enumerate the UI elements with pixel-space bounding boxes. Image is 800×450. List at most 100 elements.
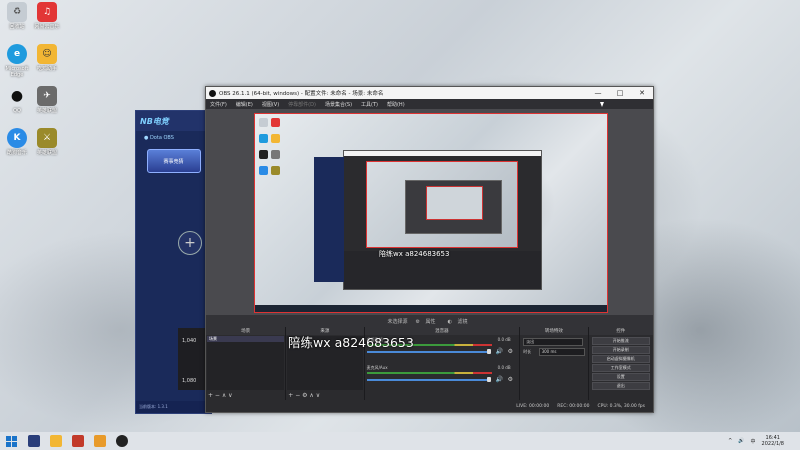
- nested-preview-deeper: [405, 180, 502, 234]
- no-source-selected-label: 未选择源: [387, 318, 408, 325]
- obs-menubar: 文件(F) 编辑(E) 视图(V) 停靠部件(D) 场景集合(S) 工具(T) …: [206, 99, 653, 109]
- esports-app-tab[interactable]: ● Dota OBS: [136, 131, 211, 145]
- live-status: LIVE: 00:00:00: [516, 403, 550, 409]
- volume-slider[interactable]: [366, 351, 487, 353]
- desktop-icon-netease-music[interactable]: ♫ 网易云音乐: [32, 2, 62, 30]
- nested-preview: [366, 161, 518, 248]
- minimize-button[interactable]: —: [587, 89, 609, 97]
- mini-desktop-icon: [271, 166, 280, 175]
- source-toolbar: 未选择源 ⚙ 属性 ◐ 滤镜: [206, 315, 653, 327]
- edge-icon: e: [7, 44, 27, 64]
- transition-select[interactable]: 淡出: [523, 337, 584, 346]
- nested-titlebar: [344, 151, 541, 156]
- gear-icon[interactable]: ⚙: [508, 376, 513, 383]
- transition-select-row: 淡出: [523, 337, 584, 346]
- speaker-icon[interactable]: 🔊: [496, 376, 503, 383]
- esports-app-logo: NB电竞: [136, 111, 211, 131]
- start-button[interactable]: [4, 434, 18, 448]
- menu-tools[interactable]: 工具(T): [361, 101, 378, 108]
- menu-docks[interactable]: 停靠部件(D): [288, 101, 316, 108]
- menu-help[interactable]: 帮助(H): [387, 101, 405, 108]
- mixer-db-label: 0.0 dB: [497, 337, 511, 342]
- desktop-icon-label: 英雄联盟: [36, 108, 57, 114]
- desktop-icon-label: 网易云音乐: [34, 24, 60, 30]
- maximize-button[interactable]: □: [609, 89, 631, 97]
- side-meter-value-bottom: 1,080: [182, 378, 197, 384]
- scenes-dock: 场景 场景 + − ∧ ∨: [206, 327, 287, 400]
- obs-window[interactable]: OBS 26.1.1 (64-bit, windows) - 配置文件: 未命名…: [205, 86, 654, 413]
- settings-button[interactable]: 设置: [591, 373, 650, 381]
- desktop: ♻ 回收站 ♫ 网易云音乐 e Microsoft Edge ☺ 吃鸡助手 ● …: [0, 0, 800, 432]
- taskbar-app-icon[interactable]: [72, 435, 84, 447]
- duration-input[interactable]: 300 ms: [538, 347, 585, 356]
- start-streaming-button[interactable]: 开始推流: [591, 337, 650, 345]
- netease-music-icon: ♫: [37, 2, 57, 22]
- mixer-row-mic: 麦克风/Aux 0.0 dB 🔊 ⚙: [366, 365, 517, 383]
- desktop-icon-recycle-bin[interactable]: ♻ 回收站: [2, 2, 32, 30]
- scene-controls[interactable]: + − ∧ ∨: [208, 392, 233, 399]
- properties-button[interactable]: ⚙ 属性: [415, 318, 439, 325]
- desktop-icon-label: QQ: [13, 108, 21, 114]
- menu-scene-collection[interactable]: 场景集合(S): [325, 101, 352, 108]
- obs-preview-canvas[interactable]: 陪练wx a824683653: [254, 113, 608, 313]
- tray-overflow-icon[interactable]: ^: [728, 438, 732, 444]
- desktop-icon-lol-1[interactable]: ✈ 英雄联盟: [32, 86, 62, 114]
- menu-file[interactable]: 文件(F): [210, 101, 227, 108]
- mixer-channel-label: 麦克风/Aux: [366, 365, 388, 370]
- volume-slider[interactable]: [366, 379, 487, 381]
- clock[interactable]: 16:41 2022/1/8: [762, 435, 784, 447]
- desktop-icon-lol-2[interactable]: ⚔ 英雄联盟: [32, 128, 62, 156]
- taskbar-app-icon[interactable]: [94, 435, 106, 447]
- add-icon[interactable]: +: [178, 231, 202, 255]
- scene-item[interactable]: 场景: [207, 336, 285, 342]
- start-recording-button[interactable]: 开始录制: [591, 346, 650, 354]
- filters-button[interactable]: ◐ 滤镜: [448, 318, 472, 325]
- desktop-icon-label: Microsoft Edge: [5, 66, 29, 78]
- mini-desktop-icon: [259, 166, 268, 175]
- chicken-helper-icon: ☺: [37, 44, 57, 64]
- obs-title: OBS 26.1.1 (64-bit, windows) - 配置文件: 未命名…: [219, 91, 384, 97]
- mouse-cursor-icon: [600, 102, 604, 107]
- desktop-icon-label: 吃鸡助手: [36, 66, 57, 72]
- close-button[interactable]: ✕: [631, 89, 653, 97]
- esports-app-footer: 当前版本: 1.3.1: [136, 401, 214, 413]
- speaker-icon[interactable]: 🔊: [496, 348, 503, 355]
- input-method-icon[interactable]: 中: [751, 438, 756, 445]
- scenes-dock-title: 场景: [206, 327, 286, 335]
- esports-app-banner[interactable]: 赛事竞猜: [146, 149, 201, 173]
- volume-slider-knob[interactable]: [486, 349, 491, 354]
- desktop-icon-kugou[interactable]: K 酷狗音乐: [2, 128, 32, 156]
- desktop-icon-qq[interactable]: ● QQ: [2, 86, 32, 114]
- volume-slider-knob[interactable]: [486, 377, 491, 382]
- transitions-dock: 转场特效 淡出 时长 300 ms: [520, 327, 589, 400]
- menu-edit[interactable]: 编辑(E): [236, 101, 253, 108]
- overlay-watermark: 陪练wx a824683653: [288, 335, 414, 350]
- gear-icon[interactable]: ⚙: [508, 348, 513, 355]
- controls-dock: 控件 开始推流 开始录制 启动虚拟摄像机 工作室模式 设置 退出: [588, 327, 653, 400]
- transitions-dock-title: 转场特效: [520, 327, 588, 335]
- start-virtual-camera-button[interactable]: 启动虚拟摄像机: [591, 355, 650, 363]
- obs-titlebar[interactable]: OBS 26.1.1 (64-bit, windows) - 配置文件: 未命名…: [206, 87, 653, 99]
- obs-preview-area[interactable]: 陪练wx a824683653: [206, 109, 653, 315]
- duration-label: 时长: [523, 348, 532, 354]
- exit-button[interactable]: 退出: [591, 382, 650, 390]
- mini-desktop-icon: [259, 134, 268, 143]
- rec-status: REC: 00:00:00: [557, 403, 590, 409]
- taskbar-app-icon[interactable]: [50, 435, 62, 447]
- desktop-icon-chicken-helper[interactable]: ☺ 吃鸡助手: [32, 44, 62, 72]
- nested-esports-app: [314, 157, 344, 282]
- desktop-icon-edge[interactable]: e Microsoft Edge: [2, 44, 32, 78]
- desktop-icon-label: 英雄联盟: [36, 150, 57, 156]
- obs-dock-row: 场景 场景 + − ∧ ∨ 来源 + − ⚙ ∧ ∨ 混音器 桌面音频 0.0 …: [206, 327, 653, 400]
- game-icon: ⚔: [37, 128, 57, 148]
- audio-meter: [366, 372, 492, 374]
- taskbar-obs-icon[interactable]: [116, 435, 128, 447]
- mini-desktop-icon: [271, 150, 280, 159]
- kugou-music-icon: K: [7, 128, 27, 148]
- source-controls[interactable]: + − ⚙ ∧ ∨: [288, 392, 320, 399]
- menu-view[interactable]: 视图(V): [262, 101, 279, 108]
- studio-mode-button[interactable]: 工作室模式: [591, 364, 650, 372]
- volume-icon[interactable]: 🔊: [738, 438, 744, 444]
- taskbar-app-icon[interactable]: [28, 435, 40, 447]
- mini-desktop-icon: [271, 118, 280, 127]
